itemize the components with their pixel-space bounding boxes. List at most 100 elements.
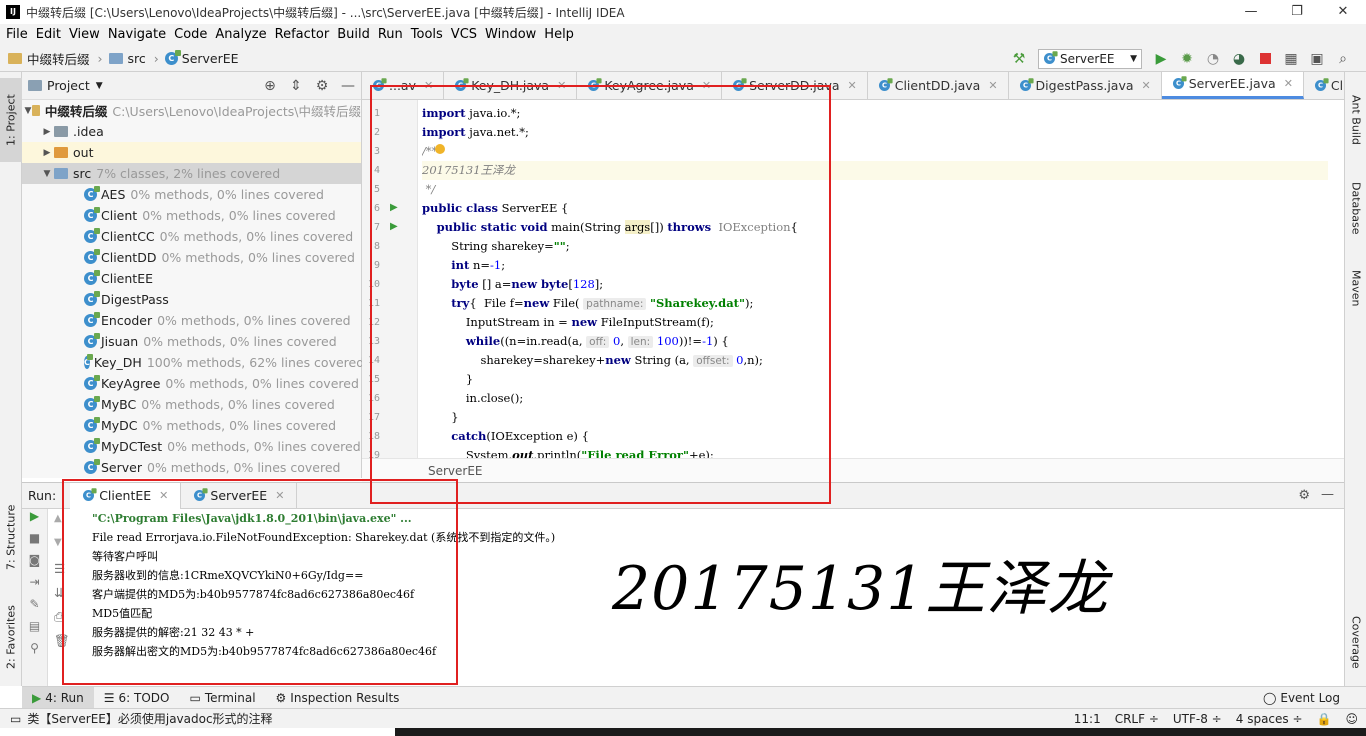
tree-item[interactable]: C AES 0% methods, 0% lines covered	[22, 184, 361, 205]
tool-tab-maven[interactable]: Maven	[1345, 258, 1366, 318]
tree-item[interactable]: C MyBC 0% methods, 0% lines covered	[22, 394, 361, 415]
code-line[interactable]: byte [] a=new byte[128];	[422, 275, 1328, 294]
code-line[interactable]: in.close();	[422, 389, 1328, 408]
debug-icon[interactable]: ✹	[1176, 49, 1198, 69]
hide-icon[interactable]: —	[1321, 487, 1334, 502]
menu-run[interactable]: Run	[376, 27, 409, 42]
caret-position[interactable]: 11:1	[1074, 712, 1101, 726]
stop-icon[interactable]	[1254, 49, 1276, 69]
close-icon[interactable]: ✕	[988, 79, 997, 92]
tool-tab-structure[interactable]: 7: Structure	[0, 492, 22, 582]
stop-icon[interactable]: ■	[22, 531, 47, 553]
indent-setting[interactable]: 4 spaces ÷	[1236, 712, 1303, 726]
tree-item[interactable]: C DigestPass	[22, 289, 361, 310]
editor-tab[interactable]: CClientEE.java✕	[1304, 72, 1344, 99]
tool-tab-database[interactable]: Database	[1345, 168, 1366, 248]
tool-tab-project[interactable]: 1: Project	[0, 78, 22, 162]
run-gutter-icon[interactable]: ▶	[390, 221, 398, 232]
code-line[interactable]: /**	[422, 142, 1328, 161]
tool-tab-inspection[interactable]: ⚙ Inspection Results	[266, 687, 410, 709]
close-icon[interactable]: ✕	[424, 79, 433, 92]
code-line[interactable]: while((n=in.read(a, off: 0, len: 100))!=…	[422, 332, 1328, 351]
intention-bulb-icon[interactable]	[435, 144, 445, 154]
tool-tab-todo[interactable]: ☰ 6: TODO	[94, 687, 180, 709]
code-line[interactable]: import java.net.*;	[422, 123, 1328, 142]
tool-tab-event-log[interactable]: ◯ Event Log	[1253, 687, 1350, 709]
code-line[interactable]: public static void main(String args[]) t…	[422, 218, 1328, 237]
tree-item[interactable]: C Jisuan 0% methods, 0% lines covered	[22, 331, 361, 352]
tree-item[interactable]: ▶ out	[22, 142, 361, 163]
tree-item[interactable]: C Encoder 0% methods, 0% lines covered	[22, 310, 361, 331]
hammer-icon[interactable]: ⚒	[1008, 49, 1030, 69]
tree-item[interactable]: ▼ src 7% classes, 2% lines covered	[22, 163, 361, 184]
gear-icon[interactable]: ⚙	[1298, 488, 1310, 503]
tool-tab-favorites[interactable]: 2: Favorites	[0, 592, 22, 682]
close-icon[interactable]: ✕	[159, 489, 168, 502]
menu-file[interactable]: File	[4, 27, 34, 42]
run-tab-serveree[interactable]: C ServerEE ✕	[181, 482, 298, 509]
close-icon[interactable]: ✕	[557, 79, 566, 92]
menu-refactor[interactable]: Refactor	[273, 27, 336, 42]
code-line[interactable]: sharekey=sharekey+new String (a, offset:…	[422, 351, 1328, 370]
close-icon[interactable]: ✕	[1284, 77, 1293, 90]
editor-tab[interactable]: C ServerEE.java ✕	[1161, 72, 1304, 99]
menu-code[interactable]: Code	[172, 27, 213, 42]
menu-build[interactable]: Build	[335, 27, 376, 42]
editor-tab[interactable]: C ServerDD.java ✕	[722, 72, 868, 99]
code-line[interactable]: */	[422, 180, 1328, 199]
run-icon[interactable]: ▶	[1150, 49, 1172, 69]
tree-item[interactable]: C ClientDD 0% methods, 0% lines covered	[22, 247, 361, 268]
code-line[interactable]: InputStream in = new FileInputStream(f);	[422, 313, 1328, 332]
tree-item[interactable]: C MyDC 0% methods, 0% lines covered	[22, 415, 361, 436]
tree-item[interactable]: ▶ .idea	[22, 121, 361, 142]
camera-icon[interactable]: ◙	[22, 553, 47, 575]
tool-tab-coverage[interactable]: Coverage	[1345, 602, 1366, 682]
code-line[interactable]: 20175131王泽龙	[422, 161, 1328, 180]
run-coverage-icon[interactable]: ◔	[1202, 49, 1224, 69]
project-structure-icon[interactable]: ▦	[1280, 49, 1302, 69]
collapse-icon[interactable]: ⇕	[283, 78, 309, 94]
code-line[interactable]: String sharekey="";	[422, 237, 1328, 256]
tree-item[interactable]: C ClientEE	[22, 268, 361, 289]
editor-tab[interactable]: C Key_DH.java ✕	[444, 72, 578, 99]
run-config-select[interactable]: C ServerEE ▼	[1038, 48, 1142, 69]
code-line[interactable]: try{ File f=new File( pathname: "Shareke…	[422, 294, 1328, 313]
maximize-button[interactable]: ❐	[1274, 0, 1320, 24]
pin-tab-icon[interactable]: ⚲	[22, 641, 47, 663]
run-tab-clientee[interactable]: C ClientEE ✕	[70, 482, 182, 509]
pin-icon[interactable]: ✎	[22, 597, 47, 619]
breadcrumb-file[interactable]: C ServerEE	[164, 49, 239, 66]
close-icon[interactable]: ✕	[848, 79, 857, 92]
chevron-right-icon[interactable]: ▶	[40, 127, 54, 137]
locate-icon[interactable]: ⊕	[257, 78, 283, 94]
file-encoding[interactable]: UTF-8 ÷	[1173, 712, 1222, 726]
minimize-button[interactable]: —	[1228, 0, 1274, 24]
close-icon[interactable]: ✕	[1142, 79, 1151, 92]
editor-tab[interactable]: C DigestPass.java ✕	[1009, 72, 1162, 99]
breadcrumb-project[interactable]: 中缀转后缀	[8, 49, 90, 68]
search-icon[interactable]: ⌕	[1332, 49, 1354, 69]
tree-item[interactable]: C Client 0% methods, 0% lines covered	[22, 205, 361, 226]
gear-icon[interactable]: ⚙	[309, 78, 335, 94]
code-line[interactable]: }	[422, 370, 1328, 389]
chevron-right-icon[interactable]: ▶	[40, 148, 54, 158]
project-view-select[interactable]: Project	[47, 78, 90, 93]
code-area[interactable]: import java.io.*; import java.net.*;/** 20…	[422, 100, 1328, 458]
tool-tab-ant-build[interactable]: Ant Build	[1345, 80, 1366, 160]
sdk-icon[interactable]: ▣	[1306, 49, 1328, 69]
status-icon[interactable]: ▭	[10, 712, 21, 726]
lock-icon[interactable]: 🔒	[1317, 712, 1332, 726]
close-icon[interactable]: ✕	[275, 489, 284, 502]
chevron-down-icon[interactable]: ▼	[96, 81, 103, 91]
menu-window[interactable]: Window	[483, 27, 542, 42]
close-window-button[interactable]: ✕	[1320, 0, 1366, 24]
tree-item[interactable]: C Key_DH 100% methods, 62% lines covered	[22, 352, 364, 373]
line-separator[interactable]: CRLF ÷	[1115, 712, 1159, 726]
tree-item[interactable]: C Server 0% methods, 0% lines covered	[22, 457, 361, 478]
menu-help[interactable]: Help	[542, 27, 580, 42]
menu-vcs[interactable]: VCS	[449, 27, 483, 42]
breadcrumb-src[interactable]: src	[108, 51, 146, 66]
run-gutter-icon[interactable]: ▶	[390, 202, 398, 213]
status-message[interactable]: 类【ServerEE】必须使用javadoc形式的注释	[27, 710, 272, 727]
code-line[interactable]: catch(IOException e) {	[422, 427, 1328, 446]
